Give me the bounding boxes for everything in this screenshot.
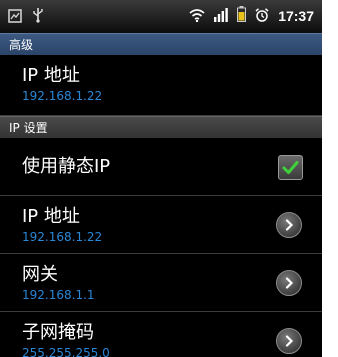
section-header-advanced: 高级 (0, 33, 322, 55)
section-label: 高级 (9, 38, 34, 52)
status-left-icons (8, 7, 44, 27)
status-right-icons: 17:37 (189, 6, 314, 26)
use-static-ip-row[interactable]: 使用静态IP (0, 139, 322, 196)
phone-screen: 17:37 高级 IP 地址 192.168.1.22 IP 设置 使用静态IP… (0, 0, 322, 357)
battery-icon (237, 6, 247, 26)
alarm-icon (255, 7, 269, 26)
chevron-right-icon[interactable] (276, 328, 302, 354)
status-bar: 17:37 (0, 0, 322, 33)
check-icon (282, 161, 299, 174)
signal-icon (214, 7, 228, 26)
usb-icon (32, 7, 44, 27)
ip-address-info-row: IP 地址 192.168.1.22 (0, 56, 322, 116)
screenshot-icon (8, 8, 22, 27)
chevron-right-icon[interactable] (276, 270, 302, 296)
gateway-row[interactable]: 网关 192.168.1.1 (0, 254, 322, 312)
row-value: 192.168.1.1 (22, 288, 95, 302)
section-header-ip-settings: IP 设置 (0, 116, 322, 138)
section-label: IP 设置 (9, 121, 48, 135)
chevron-right-icon[interactable] (276, 212, 302, 238)
subnet-mask-row[interactable]: 子网掩码 255.255.255.0 (0, 312, 322, 357)
wifi-icon (189, 7, 205, 26)
ip-address-row[interactable]: IP 地址 192.168.1.22 (0, 196, 322, 254)
row-title: IP 地址 (22, 65, 80, 86)
clock: 17:37 (278, 8, 314, 24)
row-value: 192.168.1.22 (22, 230, 103, 244)
static-ip-checkbox[interactable] (278, 155, 303, 180)
row-value: 192.168.1.22 (22, 89, 103, 103)
row-title: 使用静态IP (22, 156, 111, 177)
